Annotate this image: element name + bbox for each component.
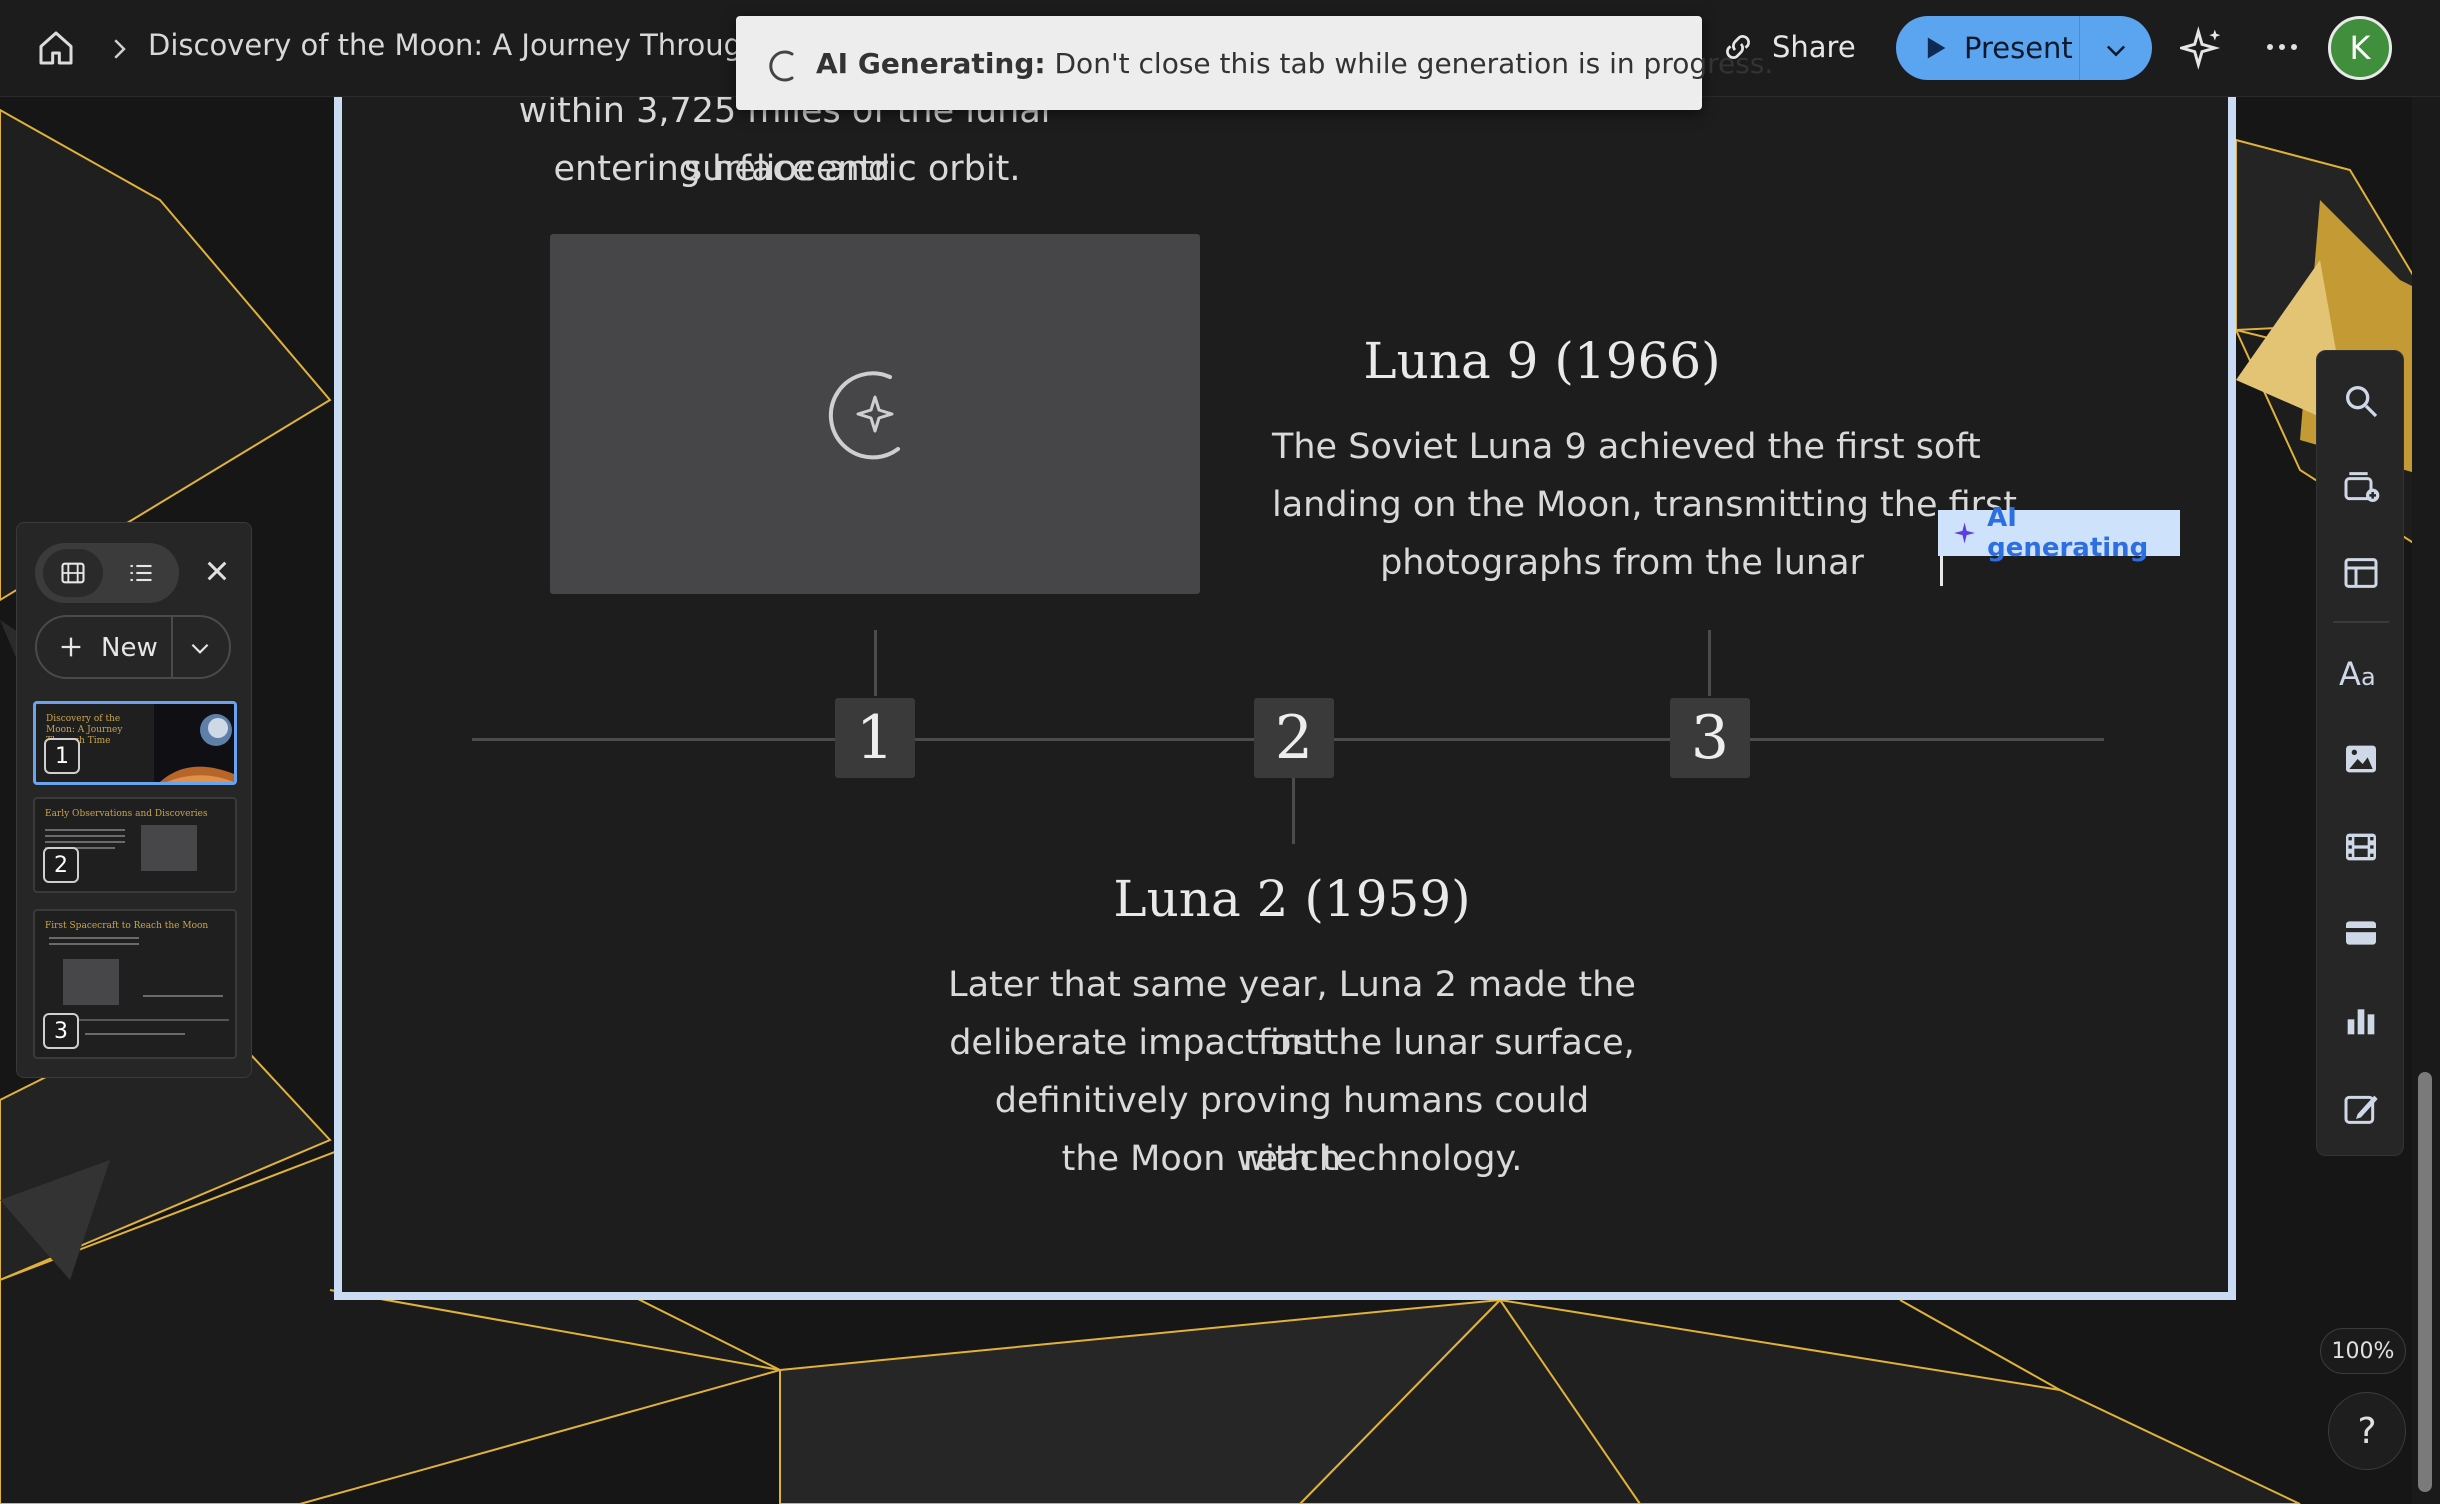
embed-card-icon: [2346, 921, 2376, 945]
view-toggle: [35, 543, 179, 603]
search-tool[interactable]: [2339, 379, 2383, 423]
new-divider: [171, 617, 173, 677]
image-placeholder[interactable]: [550, 234, 1200, 594]
toast-bold: AI Generating:: [816, 47, 1046, 80]
timeline-tick-3: [1708, 630, 1711, 696]
film-icon: [2346, 833, 2376, 861]
draw-tool[interactable]: [2339, 1087, 2383, 1131]
search-icon: [2346, 386, 2378, 418]
list-icon: [130, 564, 152, 582]
embed-tool[interactable]: [2339, 911, 2383, 955]
loading-spinner-icon: [769, 50, 794, 82]
svg-text:a: a: [2361, 663, 2376, 691]
moon-earth-image: [154, 704, 234, 782]
list-view-button[interactable]: [111, 549, 171, 597]
thumb-line: [45, 841, 125, 843]
luna2-line4[interactable]: the Moon with technology.: [942, 1130, 1642, 1188]
luna2-line2[interactable]: deliberate impact on the lunar surface,: [942, 1014, 1642, 1072]
slide-thumbnail-2[interactable]: Early Observations and Discoveries 2: [33, 797, 237, 893]
present-divider: [2079, 16, 2080, 80]
new-slide-button[interactable]: New: [35, 615, 231, 679]
layout-tool[interactable]: [2339, 551, 2383, 595]
rail-divider: [2333, 621, 2389, 623]
thumb-title: First Spacecraft to Reach the Moon: [45, 921, 209, 931]
slide-thumbnails-panel: New Discovery of the Moon: A Journey Thr…: [16, 522, 252, 1078]
ai-generating-toast: AI Generating: Don't close this tab whil…: [736, 16, 1773, 110]
scrollbar-thumb[interactable]: [2418, 1072, 2432, 1492]
timeline-marker-2[interactable]: 2: [1254, 698, 1334, 778]
film-strip-icon: [61, 562, 85, 584]
slide-canvas[interactable]: within 3,725 miles of the lunar surface …: [334, 91, 2236, 1300]
bar-chart-icon: [2347, 1009, 2375, 1035]
thumb-image-placeholder: [63, 959, 119, 1005]
thumb-number: 2: [43, 847, 79, 883]
document-title[interactable]: Discovery of the Moon: A Journey Through…: [148, 28, 797, 62]
timeline-tick-2: [1292, 778, 1295, 844]
timeline-marker-1[interactable]: 1: [835, 698, 915, 778]
luna9-line1[interactable]: The Soviet Luna 9 achieved the first sof…: [1272, 418, 1981, 476]
home-button[interactable]: [36, 28, 76, 68]
ellipsis-icon: [2267, 44, 2297, 50]
user-avatar[interactable]: K: [2328, 16, 2392, 80]
luna9-line2[interactable]: landing on the Moon, transmitting the fi…: [1272, 476, 2017, 534]
present-button[interactable]: Present: [1896, 16, 2152, 80]
zoom-level-indicator[interactable]: 100%: [2320, 1328, 2406, 1374]
more-options-button[interactable]: [2262, 32, 2302, 62]
chevron-down-icon[interactable]: [2102, 36, 2130, 64]
chevron-right-icon: [104, 34, 134, 64]
layout-icon: [2344, 558, 2378, 588]
thumb-number: 3: [43, 1013, 79, 1049]
thumb-number: 1: [44, 738, 80, 774]
thumb-line: [49, 943, 139, 945]
thumb-line: [49, 937, 139, 939]
top-text-line2[interactable]: entering heliocentric orbit.: [462, 140, 1112, 198]
video-tool[interactable]: [2339, 825, 2383, 869]
play-icon: [1927, 37, 1946, 59]
thumb-line: [85, 1033, 185, 1035]
grid-view-button[interactable]: [43, 549, 103, 597]
new-label: New: [101, 633, 158, 663]
thumb-line: [45, 835, 125, 837]
luna2-title[interactable]: Luna 2 (1959): [1092, 870, 1492, 928]
image-loading-icon: [828, 371, 900, 460]
add-card-tool[interactable]: [2339, 465, 2383, 509]
help-button[interactable]: ?: [2328, 1392, 2406, 1470]
ai-sparkle-button[interactable]: [2176, 26, 2224, 70]
chevron-down-icon[interactable]: [187, 635, 213, 661]
tool-rail: Aa: [2316, 350, 2404, 1156]
ai-tag-label: AI generating: [1987, 503, 2149, 563]
chart-tool[interactable]: [2339, 999, 2383, 1043]
close-panel-button[interactable]: [197, 551, 237, 591]
present-label: Present: [1964, 31, 2073, 65]
card-add-icon: [2344, 472, 2380, 502]
share-label: Share: [1772, 30, 1856, 64]
thumb-image-placeholder: [141, 825, 197, 871]
svg-text:A: A: [2339, 655, 2361, 693]
luna9-title[interactable]: Luna 9 (1966): [1342, 332, 1742, 390]
close-icon: [207, 561, 227, 581]
edit-pen-icon: [2344, 1095, 2378, 1124]
thumb-line: [45, 829, 125, 831]
image-tool[interactable]: [2339, 737, 2383, 781]
text-style-tool[interactable]: Aa: [2337, 651, 2385, 695]
toast-text: Don't close this tab while generation is…: [1054, 47, 1774, 80]
luna9-line3[interactable]: photographs from the lunar: [1272, 534, 1972, 592]
sparkle-icon: [1954, 522, 1975, 544]
typography-icon: Aa: [2339, 655, 2376, 693]
home-icon: [39, 31, 73, 65]
slide-thumbnail-1[interactable]: Discovery of the Moon: A Journey Through…: [33, 701, 237, 785]
slide-thumbnail-3[interactable]: First Spacecraft to Reach the Moon 3: [33, 909, 237, 1059]
timeline-marker-3[interactable]: 3: [1670, 698, 1750, 778]
image-icon: [2346, 745, 2376, 773]
thumb-title: Early Observations and Discoveries: [45, 809, 208, 819]
toast-message: AI Generating: Don't close this tab whil…: [816, 47, 1773, 80]
plus-icon: [61, 637, 81, 657]
timeline-tick-1: [874, 630, 877, 696]
ai-generating-tag: AI generating: [1938, 503, 2180, 563]
thumb-line: [143, 995, 223, 997]
sparkle-icon: [2176, 26, 2221, 70]
